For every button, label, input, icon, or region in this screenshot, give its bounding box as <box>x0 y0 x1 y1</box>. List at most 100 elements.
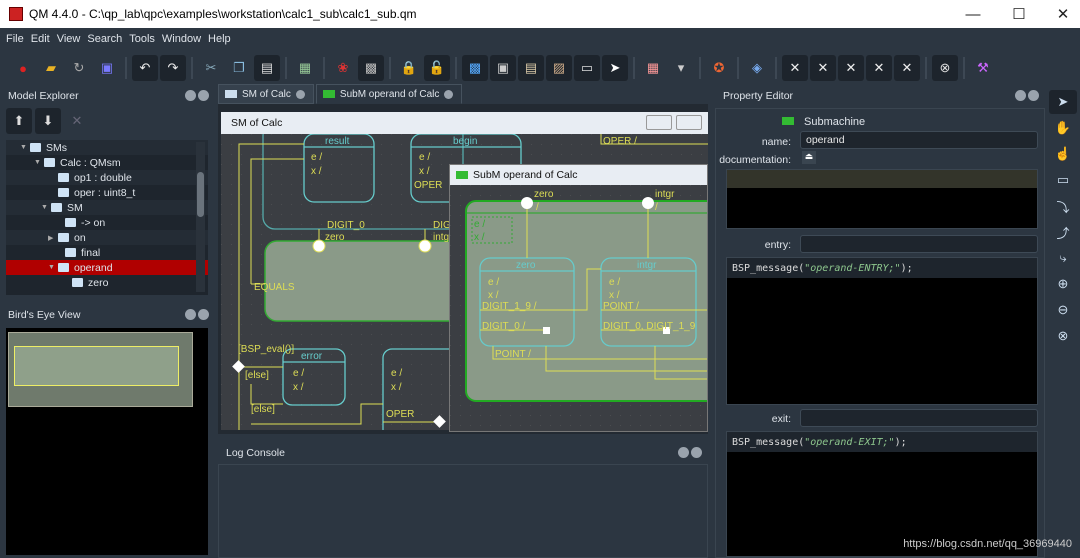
tree-item[interactable]: final <box>6 245 208 260</box>
close-tab-icon[interactable] <box>295 89 305 99</box>
tree-scrollbar[interactable] <box>196 142 205 292</box>
settings-icon[interactable]: ⚒ <box>970 55 996 81</box>
grid-icon[interactable]: ▦ <box>640 55 666 81</box>
undo-icon[interactable]: ↶ <box>132 55 158 81</box>
open-folder-icon[interactable]: ▰ <box>38 55 64 81</box>
restore-button[interactable] <box>676 115 702 130</box>
state-begin[interactable]: begin <box>453 136 477 147</box>
state-zero[interactable]: zero <box>516 260 536 271</box>
paste-icon[interactable]: ▤ <box>254 55 280 81</box>
unlock-icon[interactable]: 🔓 <box>424 55 450 81</box>
close-icon[interactable] <box>198 90 209 101</box>
tree-item[interactable]: oper : uint8_t <box>6 185 208 200</box>
tools-icon[interactable]: ✕ <box>782 55 808 81</box>
menu-view[interactable]: View <box>57 33 81 45</box>
expand-arrow-icon[interactable]: ▼ <box>41 204 51 211</box>
certificate-icon[interactable]: ✪ <box>706 55 732 81</box>
initial-transition-icon[interactable]: ⤷ <box>1049 246 1077 270</box>
float-icon[interactable] <box>185 90 196 101</box>
lock-icon[interactable]: 🔒 <box>396 55 422 81</box>
dropdown-arrow-icon[interactable]: ▾ <box>668 55 694 81</box>
save-icon[interactable]: ▣ <box>94 55 120 81</box>
state-icon[interactable]: ▭ <box>1049 168 1077 192</box>
tree-item[interactable]: ▼ SM <box>6 200 208 215</box>
exit-field[interactable] <box>800 409 1038 427</box>
maximize-button[interactable]: ☐ <box>996 0 1042 28</box>
float-icon[interactable] <box>1015 90 1026 101</box>
delete-button[interactable]: ✕ <box>64 108 90 134</box>
diagram-icon[interactable]: ▦ <box>292 55 318 81</box>
state-intgr[interactable]: intgr <box>637 260 657 271</box>
menu-search[interactable]: Search <box>87 33 122 45</box>
log-icon[interactable]: ▭ <box>574 55 600 81</box>
birds-eye-view[interactable] <box>6 328 208 555</box>
tab-0[interactable]: SM of Calc <box>218 84 314 104</box>
tab-1[interactable]: SubM operand of Calc <box>315 84 463 104</box>
cut-icon[interactable]: ✂ <box>198 55 224 81</box>
new-model-icon[interactable]: ● <box>10 55 36 81</box>
layers-icon[interactable]: ◈ <box>744 55 770 81</box>
tools-icon[interactable]: ✕ <box>838 55 864 81</box>
close-icon[interactable] <box>691 447 702 458</box>
menu-edit[interactable]: Edit <box>31 33 50 45</box>
minimize-button[interactable] <box>646 115 672 130</box>
menu-file[interactable]: File <box>6 33 24 45</box>
generate-code-icon[interactable]: ❀ <box>330 55 356 81</box>
edit-image-icon[interactable]: ▨ <box>546 55 572 81</box>
zoom-out-icon[interactable]: ⊖ <box>1049 298 1077 322</box>
documentation-editor[interactable] <box>726 169 1038 229</box>
zoom-in-icon[interactable]: ⊕ <box>1049 272 1077 296</box>
copy-icon[interactable]: ❐ <box>226 55 252 81</box>
pointer-icon[interactable]: ➤ <box>602 55 628 81</box>
close-button[interactable]: ✕ <box>1040 0 1080 28</box>
stop-icon[interactable]: ⊗ <box>932 55 958 81</box>
name-field[interactable]: operand <box>800 131 1038 149</box>
close-tab-icon[interactable] <box>444 89 454 99</box>
toolbar-separator <box>699 57 701 79</box>
float-icon[interactable] <box>185 309 196 320</box>
hand-pointer-icon[interactable]: ☝ <box>1049 142 1077 166</box>
tree-item[interactable]: zero <box>6 275 208 290</box>
float-icon[interactable] <box>678 447 689 458</box>
open-image-icon[interactable]: ▤ <box>518 55 544 81</box>
reload-icon[interactable]: ↻ <box>66 55 92 81</box>
tools-icon[interactable]: ✕ <box>894 55 920 81</box>
move-down-button[interactable]: ⬇ <box>35 108 61 134</box>
expand-arrow-icon[interactable]: ▼ <box>20 144 30 151</box>
tree-item[interactable]: ▼ operand <box>6 260 208 275</box>
close-circle-icon[interactable]: ⊗ <box>1049 324 1077 348</box>
entry-code-editor[interactable]: BSP_message("operand-ENTRY;"); <box>726 257 1038 405</box>
expand-arrow-icon[interactable]: ▶ <box>48 234 58 242</box>
redo-icon[interactable]: ↷ <box>160 55 186 81</box>
tree-item[interactable]: ▶ on <box>6 230 208 245</box>
menu-help[interactable]: Help <box>208 33 231 45</box>
expand-arrow-icon[interactable]: ▼ <box>48 264 58 271</box>
close-icon[interactable] <box>198 309 209 320</box>
entry-point-label: zero <box>325 232 345 243</box>
eject-icon[interactable]: ⏏ <box>802 151 816 164</box>
close-icon[interactable] <box>1028 90 1039 101</box>
log-console[interactable] <box>218 464 708 558</box>
choice-icon[interactable]: ⤴ <box>1049 220 1077 244</box>
move-up-button[interactable]: ⬆ <box>6 108 32 134</box>
print-icon[interactable]: ▩ <box>358 55 384 81</box>
tree-item[interactable]: ▼ SMs <box>6 140 208 155</box>
image-icon[interactable]: ▣ <box>490 55 516 81</box>
menu-window[interactable]: Window <box>162 33 201 45</box>
entry-field[interactable] <box>800 235 1038 253</box>
menu-tools[interactable]: Tools <box>129 33 155 45</box>
transition-icon[interactable]: ⤵ <box>1049 194 1077 218</box>
tree-item[interactable]: op1 : double <box>6 170 208 185</box>
tools-icon[interactable]: ✕ <box>866 55 892 81</box>
hand-icon[interactable]: ✋ <box>1049 116 1077 140</box>
subm-diagram-canvas[interactable]: zero / intgr / e / x / zero intgr e / x … <box>450 185 727 431</box>
minimize-button[interactable]: — <box>950 0 996 28</box>
expand-arrow-icon[interactable]: ▼ <box>34 159 44 166</box>
pointer-icon[interactable]: ➤ <box>1049 90 1077 114</box>
tools-icon[interactable]: ✕ <box>810 55 836 81</box>
tree-item[interactable]: ▼ Calc : QMsm <box>6 155 208 170</box>
tree-item[interactable]: -> on <box>6 215 208 230</box>
export-icon[interactable]: ▩ <box>462 55 488 81</box>
state-error[interactable]: error <box>301 351 323 362</box>
state-result[interactable]: result <box>325 136 350 147</box>
